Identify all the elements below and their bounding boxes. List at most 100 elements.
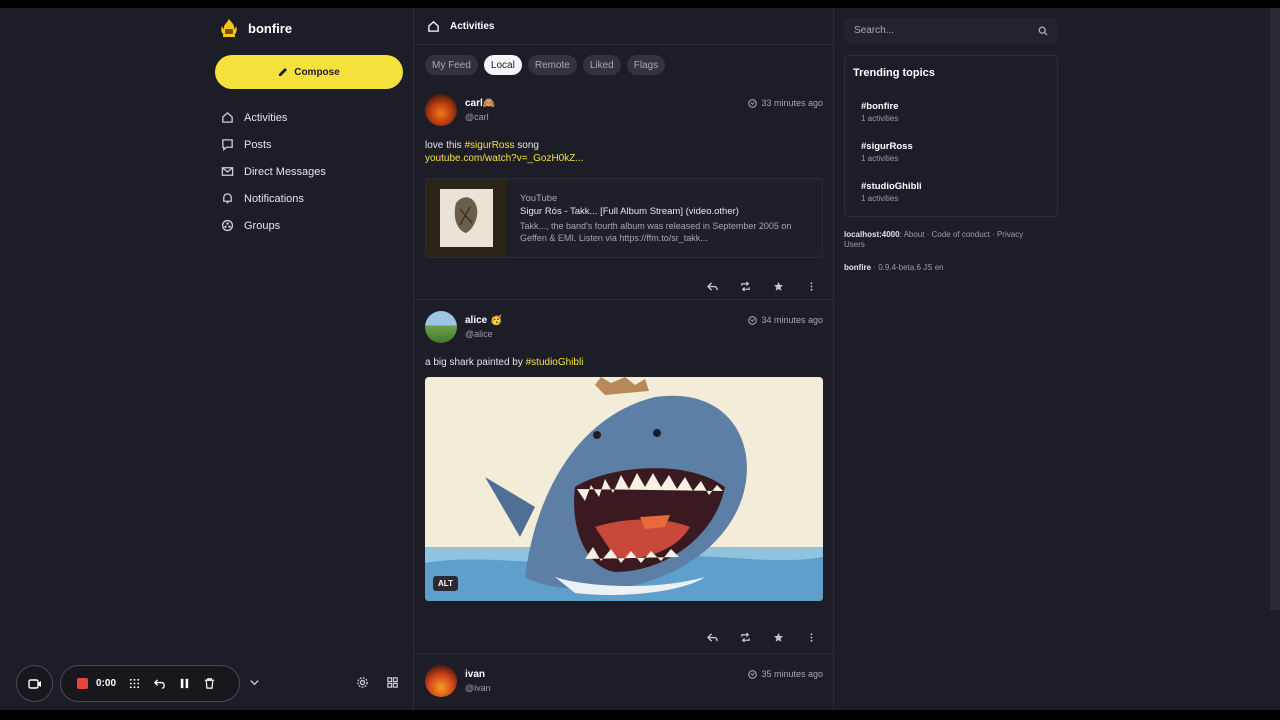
link-preview-card[interactable]: YouTube Sigur Rós - Takk... [Full Album … xyxy=(425,178,823,258)
sidebar-item-posts[interactable]: Posts xyxy=(221,131,406,158)
hashtag-link[interactable]: #studioGhibli xyxy=(526,357,584,368)
compose-label: Compose xyxy=(294,66,340,78)
post-actions xyxy=(707,281,817,292)
sidebar-item-notifications[interactable]: Notifications xyxy=(221,185,406,212)
stop-recording-button[interactable] xyxy=(77,678,88,689)
instance-footer: localhost:4000: About · Code of conduct … xyxy=(844,230,1058,250)
post-alice: alice 🥳 @alice 34 minutes ago a big shar… xyxy=(425,311,823,651)
sidebar-item-direct-messages[interactable]: Direct Messages xyxy=(221,158,406,185)
trending-item[interactable]: #sigurRoss 1 activities xyxy=(861,141,913,163)
recording-controls: 0:00 xyxy=(60,665,240,702)
post-author-handle[interactable]: @carl xyxy=(465,112,489,122)
app-version: · 0.9.4-beta.6 JS en xyxy=(871,263,944,272)
app-name: bonfire xyxy=(844,263,872,272)
scrollbar[interactable] xyxy=(1270,8,1280,610)
boost-icon[interactable] xyxy=(740,632,751,643)
camera-icon xyxy=(27,678,41,689)
footer-users-link[interactable]: Users xyxy=(844,240,865,249)
compose-button[interactable]: Compose xyxy=(215,55,403,89)
embed-description: Takk..., the band's fourth album was rel… xyxy=(520,221,792,243)
brand-name: bonfire xyxy=(248,20,293,36)
left-sidebar: bonfire Compose Activities Posts Direct … xyxy=(214,8,414,710)
sidebar-item-label: Groups xyxy=(244,219,281,232)
trash-icon[interactable] xyxy=(203,677,216,690)
post-text: love this #sigurRoss song xyxy=(425,140,539,151)
reply-icon[interactable] xyxy=(707,281,718,292)
sidebar-item-label: Notifications xyxy=(244,192,304,205)
feed-header: Activities xyxy=(414,8,833,45)
embed-title[interactable]: Sigur Rós - Takk... [Full Album Stream] … xyxy=(520,206,739,217)
mail-icon xyxy=(221,167,234,176)
screen-bottom-bar xyxy=(0,710,1280,720)
page-title: Activities xyxy=(450,20,495,32)
groups-icon xyxy=(221,219,234,232)
video-thumbnail[interactable] xyxy=(426,179,507,257)
post-author-name[interactable]: carl🙈 xyxy=(465,98,495,109)
footer-links[interactable]: : About · Code of conduct · Privacy xyxy=(900,230,1024,239)
apps-grid-icon[interactable] xyxy=(386,676,399,692)
post-timestamp[interactable]: 33 minutes ago xyxy=(748,98,823,108)
post-carl: carl🙈 @carl 33 minutes ago love this #si… xyxy=(425,94,823,294)
more-icon[interactable] xyxy=(806,281,817,292)
bonfire-logo-icon xyxy=(221,19,237,37)
post-actions xyxy=(707,632,817,643)
feed-column: Activities My Feed Local Remote Liked Fl… xyxy=(413,8,834,710)
home-icon xyxy=(428,20,439,32)
boost-icon[interactable] xyxy=(740,281,751,292)
sidebar-item-label: Posts xyxy=(244,138,272,151)
tab-local[interactable]: Local xyxy=(483,55,522,75)
sidebar-item-groups[interactable]: Groups xyxy=(221,212,406,239)
tab-remote[interactable]: Remote xyxy=(527,55,577,75)
brand[interactable]: bonfire xyxy=(220,18,292,38)
globe-icon xyxy=(748,315,758,325)
post-author-handle[interactable]: @alice xyxy=(465,329,493,339)
undo-icon[interactable] xyxy=(153,677,166,690)
globe-icon xyxy=(748,669,758,679)
recording-time: 0:00 xyxy=(96,678,117,689)
post-link[interactable]: youtube.com/watch?v=_GozH0kZ... xyxy=(425,152,584,165)
feed-tabs: My Feed Local Remote Liked Flags xyxy=(425,55,666,75)
avatar[interactable] xyxy=(425,94,457,126)
shark-painting xyxy=(425,377,823,601)
pencil-icon xyxy=(279,68,288,76)
post-author-name[interactable]: ivan xyxy=(465,669,485,680)
reply-icon[interactable] xyxy=(707,632,718,643)
star-icon[interactable] xyxy=(773,632,784,643)
post-timestamp[interactable]: 34 minutes ago xyxy=(748,315,823,325)
search-input[interactable]: Search... xyxy=(844,18,1058,43)
hashtag-link[interactable]: #sigurRoss xyxy=(464,140,514,151)
post-timestamp[interactable]: 35 minutes ago xyxy=(748,669,823,679)
post-ivan: ivan @ivan 35 minutes ago xyxy=(425,665,823,710)
avatar[interactable] xyxy=(425,665,457,697)
star-icon[interactable] xyxy=(773,281,784,292)
tab-flags[interactable]: Flags xyxy=(626,55,666,75)
tab-my-feed[interactable]: My Feed xyxy=(425,55,478,75)
tab-liked[interactable]: Liked xyxy=(582,55,621,75)
sidebar-item-activities[interactable]: Activities xyxy=(221,104,406,131)
pause-icon[interactable] xyxy=(178,677,191,690)
alt-text-button[interactable]: ALT xyxy=(433,576,458,591)
search-placeholder: Search... xyxy=(854,25,895,36)
trending-item[interactable]: #bonfire 1 activities xyxy=(861,101,898,123)
trending-title: Trending topics xyxy=(853,67,935,79)
globe-icon xyxy=(748,98,758,108)
settings-gear-icon[interactable] xyxy=(356,676,369,692)
post-divider xyxy=(414,299,833,300)
post-author-handle[interactable]: @ivan xyxy=(465,683,491,693)
chevron-down-icon[interactable] xyxy=(248,676,261,692)
camera-toggle-button[interactable] xyxy=(16,665,53,702)
more-icon[interactable] xyxy=(806,632,817,643)
sidebar-nav: Activities Posts Direct Messages Notific… xyxy=(221,104,406,239)
search-icon[interactable] xyxy=(1038,26,1048,36)
grid-icon[interactable] xyxy=(128,677,141,690)
avatar[interactable] xyxy=(425,311,457,343)
post-divider xyxy=(414,653,833,654)
home-icon xyxy=(222,111,233,123)
sidebar-item-label: Activities xyxy=(244,111,288,124)
post-text: a big shark painted by #studioGhibli xyxy=(425,357,584,368)
post-image[interactable]: ALT xyxy=(425,377,823,601)
instance-host[interactable]: localhost:4000 xyxy=(844,230,900,239)
post-author-name[interactable]: alice 🥳 xyxy=(465,315,502,326)
trending-item[interactable]: #studioGhibli 1 activities xyxy=(861,181,922,203)
trending-topics-panel: Trending topics #bonfire 1 activities #s… xyxy=(844,55,1058,217)
